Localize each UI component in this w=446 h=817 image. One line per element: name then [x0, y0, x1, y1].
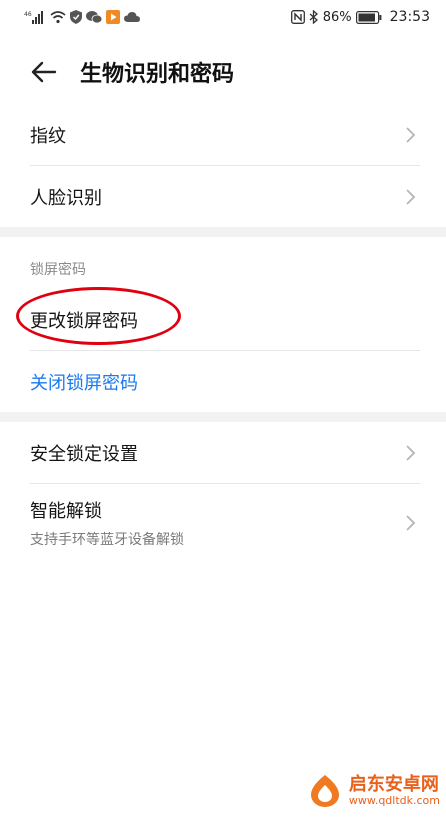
- change-lock-password-label: 更改锁屏密码: [30, 310, 138, 332]
- app-bar: 生物识别和密码: [0, 44, 446, 100]
- back-arrow-icon: [31, 61, 57, 83]
- watermark-text: 启东安卓网 www.qdltdk.com: [348, 773, 440, 807]
- chevron-right-icon: [406, 444, 416, 461]
- cloud-icon: [124, 12, 140, 22]
- disable-lock-password-label: 关闭锁屏密码: [30, 372, 138, 394]
- lock-password-section-header: 锁屏密码: [30, 262, 86, 278]
- settings-list: 指纹 人脸识别 锁屏密码 更改锁屏密码 关闭锁屏密码 安全锁定设置 智能解锁 支…: [0, 104, 446, 562]
- smart-unlock-subtitle: 支持手环等蓝牙设备解锁: [30, 532, 184, 548]
- battery-percent: 86%: [322, 9, 352, 25]
- face-recognition-label: 人脸识别: [30, 187, 102, 209]
- battery-icon: [355, 10, 382, 24]
- status-bar: 46 86% 23:53: [0, 0, 446, 34]
- fingerprint-label: 指纹: [30, 125, 66, 147]
- smart-unlock-item[interactable]: 智能解锁 支持手环等蓝牙设备解锁: [0, 484, 446, 562]
- watermark-name: 启东安卓网: [348, 773, 439, 795]
- security-lock-settings-item[interactable]: 安全锁定设置: [0, 422, 446, 483]
- chevron-right-icon: [406, 515, 416, 531]
- bluetooth-icon: [309, 10, 318, 24]
- smart-unlock-label: 智能解锁: [30, 501, 102, 522]
- chevron-right-icon: [406, 188, 416, 205]
- fingerprint-item[interactable]: 指纹: [0, 104, 446, 165]
- section-gap: [0, 412, 446, 422]
- wifi-icon: [50, 11, 66, 24]
- chevron-right-icon: [406, 126, 416, 143]
- wechat-icon: [86, 11, 102, 24]
- shield-icon: [70, 10, 82, 24]
- change-lock-password-item[interactable]: 更改锁屏密码: [0, 289, 446, 350]
- status-left: 46: [24, 10, 140, 24]
- disable-lock-password-item[interactable]: 关闭锁屏密码: [0, 351, 446, 412]
- watermark-url: www.qdltdk.com: [348, 793, 440, 807]
- security-lock-settings-label: 安全锁定设置: [30, 443, 138, 465]
- svg-text:46: 46: [24, 11, 32, 18]
- signal-icon: 46: [24, 11, 43, 24]
- section-gap: [0, 227, 446, 237]
- face-recognition-item[interactable]: 人脸识别: [0, 166, 446, 227]
- video-icon: [106, 10, 120, 24]
- status-right: 86% 23:53: [290, 9, 430, 25]
- smart-unlock-texts: 智能解锁 支持手环等蓝牙设备解锁: [30, 497, 404, 549]
- watermark-logo: [310, 775, 339, 807]
- watermark: 启东安卓网 www.qdltdk.com: [307, 773, 440, 809]
- page-title: 生物识别和密码: [80, 62, 235, 87]
- nfc-icon: [290, 10, 305, 24]
- clock: 23:53: [389, 9, 430, 25]
- back-button[interactable]: [20, 48, 68, 96]
